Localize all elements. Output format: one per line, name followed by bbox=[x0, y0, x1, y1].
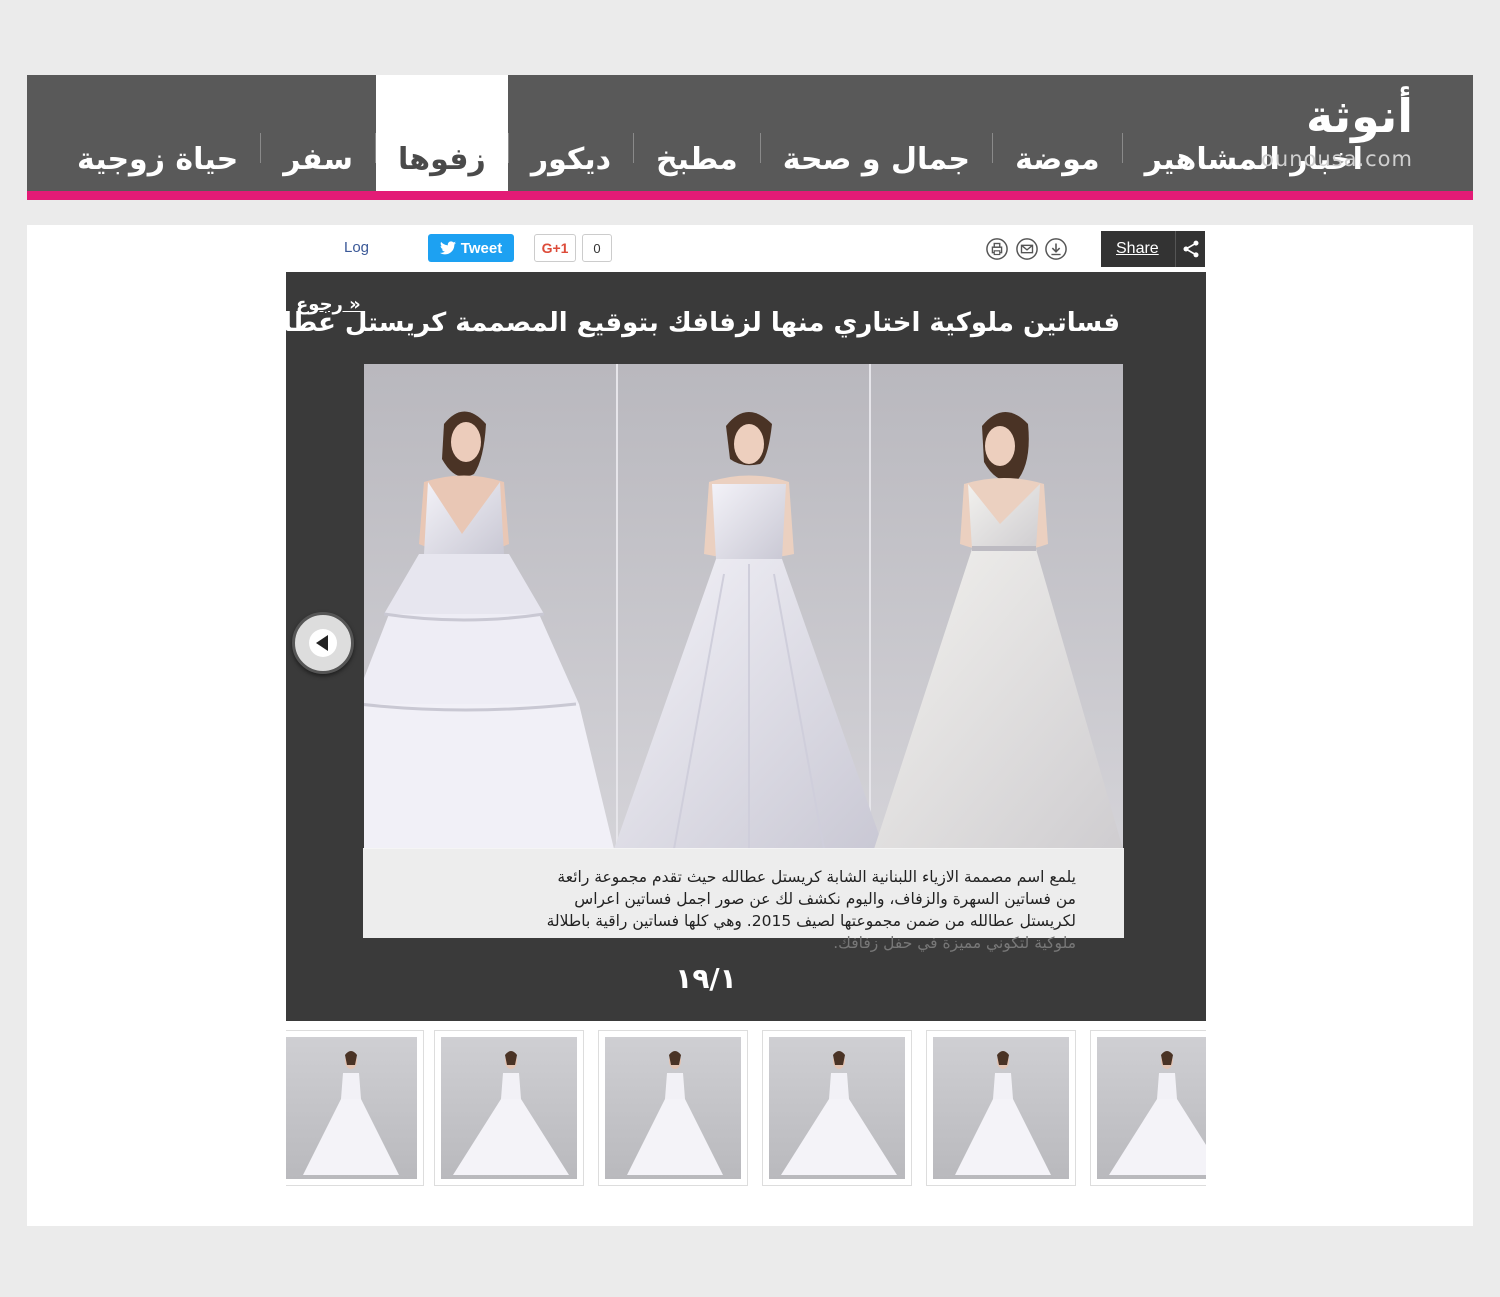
thumbnail-strip bbox=[286, 1030, 1206, 1188]
gallery-thumbnail[interactable] bbox=[762, 1030, 912, 1186]
prev-slide-button[interactable] bbox=[292, 612, 354, 674]
site-header: اخبار المشاهير موضة جمال و صحة مطبخ ديكور زفو… bbox=[27, 75, 1473, 200]
share-label: Share bbox=[1116, 240, 1159, 257]
photo-caption: يلمع اسم مصممة الازياء اللبنانية الشابة … bbox=[363, 848, 1124, 952]
mail-icon[interactable] bbox=[1016, 238, 1038, 260]
wedding-dresses-photo bbox=[364, 364, 1123, 849]
thumbnail-image bbox=[605, 1037, 741, 1179]
thumbnail-image bbox=[441, 1037, 577, 1179]
nav-item[interactable]: زفوها bbox=[376, 75, 508, 191]
thumbnail-image bbox=[769, 1037, 905, 1179]
thumbnail-image bbox=[1097, 1037, 1206, 1179]
slide-counter: ١٩/١ bbox=[675, 962, 737, 995]
gallery-thumbnail[interactable] bbox=[1090, 1030, 1206, 1186]
photo-gallery: « رجوع فساتين ملوكية اختاري منها لزفافك … bbox=[247, 272, 1206, 1021]
gplus-count: 0 bbox=[582, 234, 612, 262]
gallery-thumbnail[interactable] bbox=[286, 1030, 424, 1186]
nav-item[interactable]: حياة زوجية bbox=[55, 75, 260, 191]
main-photo bbox=[364, 364, 1123, 849]
share-icon bbox=[1175, 231, 1205, 267]
tweet-button[interactable]: Tweet bbox=[428, 234, 514, 262]
thumbnail-image bbox=[933, 1037, 1069, 1179]
left-arrow-icon bbox=[309, 629, 337, 657]
main-nav: اخبار المشاهير موضة جمال و صحة مطبخ ديكور زفو… bbox=[55, 75, 1385, 191]
logo-domain-text: ounousa.com bbox=[1261, 147, 1413, 171]
gallery-thumbnail[interactable] bbox=[598, 1030, 748, 1186]
site-logo[interactable]: أنوثة ounousa.com bbox=[1243, 89, 1413, 179]
caption-line: من فساتين السهرة والزفاف، واليوم نكشف لك… bbox=[574, 890, 1076, 908]
gplus-button[interactable]: G+1 bbox=[534, 234, 576, 262]
gallery-title: فساتين ملوكية اختاري منها لزفافك بتوقيع … bbox=[246, 308, 1120, 338]
nav-item[interactable]: سفر bbox=[261, 75, 375, 191]
nav-item[interactable]: موضة bbox=[993, 75, 1122, 191]
tweet-label: Tweet bbox=[460, 239, 503, 257]
caption-line: لكريستل عطالله من ضمن مجموعتها لصيف 2015… bbox=[546, 912, 1076, 930]
gallery-thumbnail[interactable] bbox=[434, 1030, 584, 1186]
logo-arabic-text: أنوثة bbox=[1305, 89, 1413, 143]
download-icon[interactable] bbox=[1045, 238, 1067, 260]
twitter-bird-icon bbox=[439, 241, 456, 255]
header-accent-bar bbox=[27, 191, 1473, 200]
caption-line: يلمع اسم مصممة الازياء اللبنانية الشابة … bbox=[557, 868, 1076, 886]
share-toolbar: Log Tweet G+1 0 Share bbox=[286, 231, 1206, 267]
print-icon[interactable] bbox=[986, 238, 1008, 260]
nav-item[interactable]: مطبخ bbox=[634, 75, 760, 191]
nav-item[interactable]: ديكور bbox=[509, 75, 633, 191]
thumbnail-image bbox=[286, 1037, 417, 1179]
nav-item[interactable]: جمال و صحة bbox=[761, 75, 992, 191]
log-link[interactable]: Log bbox=[344, 239, 369, 256]
caption-line: ملوكية لتكوني مميزة في حفل زفافك. bbox=[833, 934, 1076, 952]
gallery-thumbnail[interactable] bbox=[926, 1030, 1076, 1186]
share-button[interactable]: Share bbox=[1101, 231, 1205, 267]
